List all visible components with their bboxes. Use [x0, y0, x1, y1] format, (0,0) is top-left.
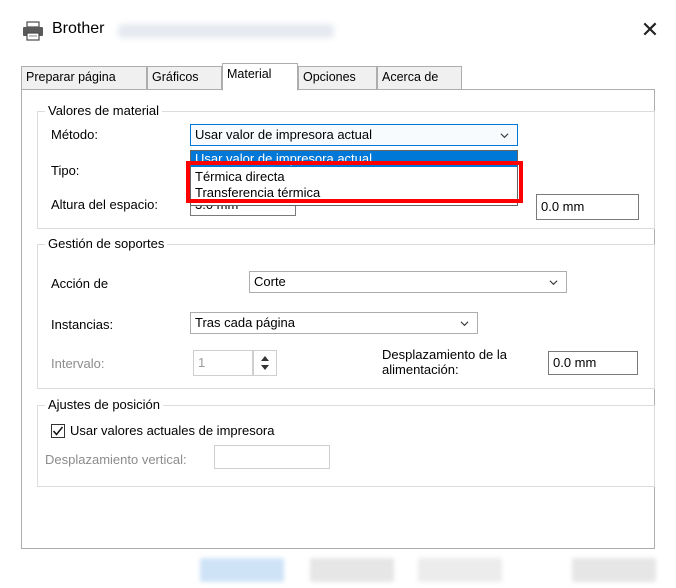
- feed-offset-label-line2: alimentación:: [382, 362, 459, 377]
- interval-spinner[interactable]: [253, 350, 277, 376]
- tab-graficos[interactable]: Gráficos: [147, 66, 222, 89]
- instances-label: Instancias:: [51, 317, 114, 332]
- vertical-offset-label: Desplazamiento vertical:: [45, 452, 187, 467]
- type-label: Tipo:: [51, 163, 80, 178]
- action-select[interactable]: Corte: [249, 271, 567, 293]
- interval-field[interactable]: 1: [193, 350, 253, 376]
- chevron-down-icon: [500, 133, 509, 139]
- close-icon[interactable]: ✕: [632, 14, 668, 46]
- ok-button[interactable]: [200, 558, 284, 582]
- method-label: Método:: [51, 127, 98, 142]
- group-title-material-values: Valores de material: [45, 103, 163, 118]
- method-select[interactable]: Usar valor de impresora actual: [190, 124, 518, 146]
- instances-select-value: Tras cada página: [195, 315, 295, 330]
- group-title-media-management: Gestión de soportes: [45, 236, 168, 251]
- chevron-down-icon: [549, 280, 558, 286]
- checkmark-icon: [52, 426, 64, 436]
- cancel-button[interactable]: [310, 558, 394, 582]
- tab-opciones[interactable]: Opciones: [298, 66, 377, 89]
- redacted-title-text: [118, 24, 334, 38]
- tab-acerca-de[interactable]: Acerca de: [377, 66, 462, 89]
- feed-offset-label-line1: Desplazamiento de la: [382, 347, 508, 362]
- action-label: Acción de: [51, 276, 109, 291]
- printer-icon: [23, 21, 43, 41]
- use-printer-values-label[interactable]: Usar valores actuales de impresora: [70, 423, 274, 438]
- window-title: Brother: [52, 20, 105, 37]
- use-printer-values-checkbox[interactable]: [51, 424, 65, 438]
- feed-offset-field[interactable]: 0.0 mm: [548, 351, 638, 375]
- group-title-position-settings: Ajustes de posición: [45, 397, 164, 412]
- help-button[interactable]: [572, 558, 656, 582]
- chevron-down-icon: [460, 321, 469, 327]
- interval-label: Intervalo:: [51, 356, 105, 371]
- vertical-offset-field[interactable]: [214, 445, 330, 469]
- apply-button[interactable]: [418, 558, 502, 582]
- group-position-settings: [37, 405, 655, 487]
- tab-preparar-pagina[interactable]: Preparar página: [21, 66, 147, 89]
- action-select-value: Corte: [254, 274, 286, 289]
- title-bar: Brother ✕: [0, 0, 676, 60]
- method-select-value: Usar valor de impresora actual: [195, 127, 373, 142]
- gap-height-label: Altura del espacio:: [51, 197, 158, 212]
- instances-select[interactable]: Tras cada página: [190, 312, 478, 334]
- tab-material[interactable]: Material: [222, 63, 298, 91]
- right-offset-field[interactable]: 0.0 mm: [536, 194, 639, 220]
- spinner-arrows-icon: [261, 356, 269, 370]
- highlight-box: [186, 161, 523, 203]
